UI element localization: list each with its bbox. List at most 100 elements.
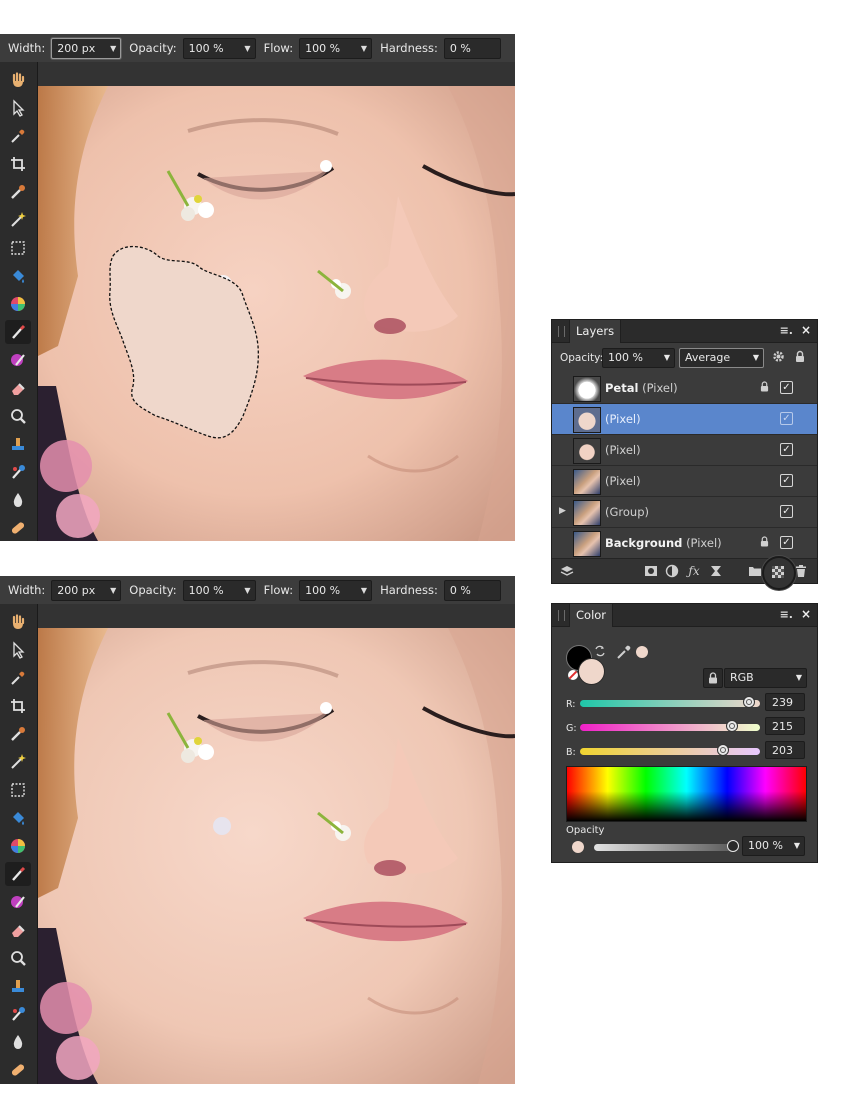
tool-hand[interactable] (5, 610, 31, 634)
tool-retouch-brush[interactable] (5, 1002, 31, 1026)
tool-flood-fill[interactable] (5, 806, 31, 830)
panel-grip-icon[interactable] (558, 610, 565, 621)
green-slider-knob[interactable] (725, 720, 738, 732)
tool-flood-fill[interactable] (5, 264, 31, 288)
tab-layers[interactable]: Layers (569, 320, 622, 343)
add-pixel-layer-button[interactable] (762, 556, 796, 590)
tool-selection-brush[interactable] (5, 722, 31, 746)
tool-magic-wand[interactable] (5, 750, 31, 774)
expand-arrow-icon[interactable]: ▶ (559, 506, 566, 516)
visibility-checkbox[interactable]: ✓ (780, 412, 793, 425)
close-icon[interactable]: × (801, 323, 811, 337)
red-slider-track[interactable] (580, 700, 760, 707)
visibility-checkbox[interactable]: ✓ (780, 443, 793, 456)
tool-eraser[interactable] (5, 918, 31, 942)
tool-selection-brush[interactable] (5, 180, 31, 204)
color-picker-icon[interactable] (616, 644, 632, 660)
tool-eyedropper[interactable] (5, 124, 31, 148)
opacity-slider-track[interactable] (594, 844, 734, 851)
width-field[interactable]: 200 px ▼ (51, 579, 122, 601)
color-model-select[interactable]: RGB ▼ (724, 668, 807, 688)
hardness-field[interactable]: 0 % (443, 579, 501, 601)
live-filter-icon[interactable] (709, 564, 723, 578)
green-value-field[interactable]: 215 (765, 717, 805, 735)
tool-zoom[interactable] (5, 946, 31, 970)
canvas-after[interactable] (38, 628, 515, 1084)
hardness-field[interactable]: 0 % (443, 37, 501, 59)
tool-marquee[interactable] (5, 778, 31, 802)
tool-crop[interactable] (5, 152, 31, 176)
swap-colors-icon[interactable] (594, 645, 606, 657)
dropdown-arrow-icon[interactable]: ▼ (110, 39, 116, 58)
tool-paint-brush[interactable] (5, 320, 31, 344)
tool-crop[interactable] (5, 694, 31, 718)
visibility-checkbox[interactable]: ✓ (780, 536, 793, 549)
tool-color-wheel[interactable] (5, 292, 31, 316)
no-color-icon[interactable] (568, 670, 578, 680)
picked-color-swatch[interactable] (636, 646, 648, 658)
mask-icon[interactable] (644, 564, 658, 578)
lock-icon[interactable] (760, 381, 769, 392)
dropdown-arrow-icon[interactable]: ▼ (244, 39, 250, 58)
tool-blur-drop[interactable] (5, 1030, 31, 1054)
dropdown-arrow-icon[interactable]: ▼ (794, 837, 800, 855)
adjustment-icon[interactable] (665, 564, 679, 578)
panel-menu-icon[interactable]: ≡. (780, 608, 793, 621)
layer-row[interactable]: (Pixel) ✓ (552, 435, 817, 466)
blue-slider-track[interactable] (580, 748, 760, 755)
dropdown-arrow-icon[interactable]: ▼ (244, 581, 250, 600)
canvas-before[interactable] (38, 86, 515, 541)
primary-color-swatch[interactable] (578, 658, 605, 685)
tool-eyedropper[interactable] (5, 666, 31, 690)
tool-clone-stamp[interactable] (5, 432, 31, 456)
dropdown-arrow-icon[interactable]: ▼ (361, 39, 367, 58)
flow-field[interactable]: 100 % ▼ (299, 579, 373, 601)
tool-blur-drop[interactable] (5, 488, 31, 512)
layer-row[interactable]: (Pixel) ✓ (552, 404, 817, 435)
tool-color-replace-brush[interactable] (5, 890, 31, 914)
dropdown-arrow-icon[interactable]: ▼ (361, 581, 367, 600)
visibility-checkbox[interactable]: ✓ (780, 505, 793, 518)
blend-mode-select[interactable]: Average ▼ (679, 348, 764, 368)
red-slider-knob[interactable] (742, 696, 755, 708)
layers-stack-icon[interactable] (560, 564, 574, 578)
folder-icon[interactable] (748, 564, 762, 578)
gear-icon[interactable] (772, 350, 785, 363)
opacity-field[interactable]: 100 % ▼ (182, 579, 256, 601)
dropdown-arrow-icon[interactable]: ▼ (110, 581, 116, 600)
layer-row[interactable]: (Pixel) ✓ (552, 466, 817, 497)
layer-row[interactable]: Petal (Pixel) ✓ (552, 373, 817, 404)
color-spectrum[interactable] (566, 766, 807, 822)
width-field[interactable]: 200 px ▼ (51, 37, 122, 59)
dropdown-arrow-icon[interactable]: ▼ (796, 669, 802, 687)
fx-icon[interactable]: ƒx (687, 564, 701, 578)
tab-color[interactable]: Color (569, 604, 614, 627)
lock-button[interactable] (703, 668, 723, 688)
layer-row[interactable]: ▶ (Group) ✓ (552, 497, 817, 528)
lock-icon[interactable] (795, 350, 805, 363)
opacity-slider-knob[interactable] (727, 840, 739, 852)
tool-clone-stamp[interactable] (5, 974, 31, 998)
red-value-field[interactable]: 239 (765, 693, 805, 711)
tool-healing-bandage[interactable] (5, 1058, 31, 1082)
layer-opacity-field[interactable]: 100 % ▼ (602, 348, 675, 368)
panel-menu-icon[interactable]: ≡. (780, 324, 793, 337)
tool-zoom[interactable] (5, 404, 31, 428)
panel-grip-icon[interactable] (558, 326, 565, 337)
tool-healing-bandage[interactable] (5, 516, 31, 540)
flow-field[interactable]: 100 % ▼ (299, 37, 373, 59)
visibility-checkbox[interactable]: ✓ (780, 474, 793, 487)
color-opacity-field[interactable]: 100 % ▼ (742, 836, 805, 856)
tool-retouch-brush[interactable] (5, 460, 31, 484)
checker-layer-icon[interactable] (772, 566, 784, 578)
tool-color-wheel[interactable] (5, 834, 31, 858)
layer-row[interactable]: Background (Pixel) ✓ (552, 528, 817, 559)
dropdown-arrow-icon[interactable]: ▼ (753, 349, 759, 367)
opacity-field[interactable]: 100 % ▼ (182, 37, 256, 59)
tool-magic-wand[interactable] (5, 208, 31, 232)
close-icon[interactable]: × (801, 607, 811, 621)
dropdown-arrow-icon[interactable]: ▼ (664, 349, 670, 367)
tool-paint-brush[interactable] (5, 862, 31, 886)
tool-eraser[interactable] (5, 376, 31, 400)
tool-move-pointer[interactable] (5, 96, 31, 120)
